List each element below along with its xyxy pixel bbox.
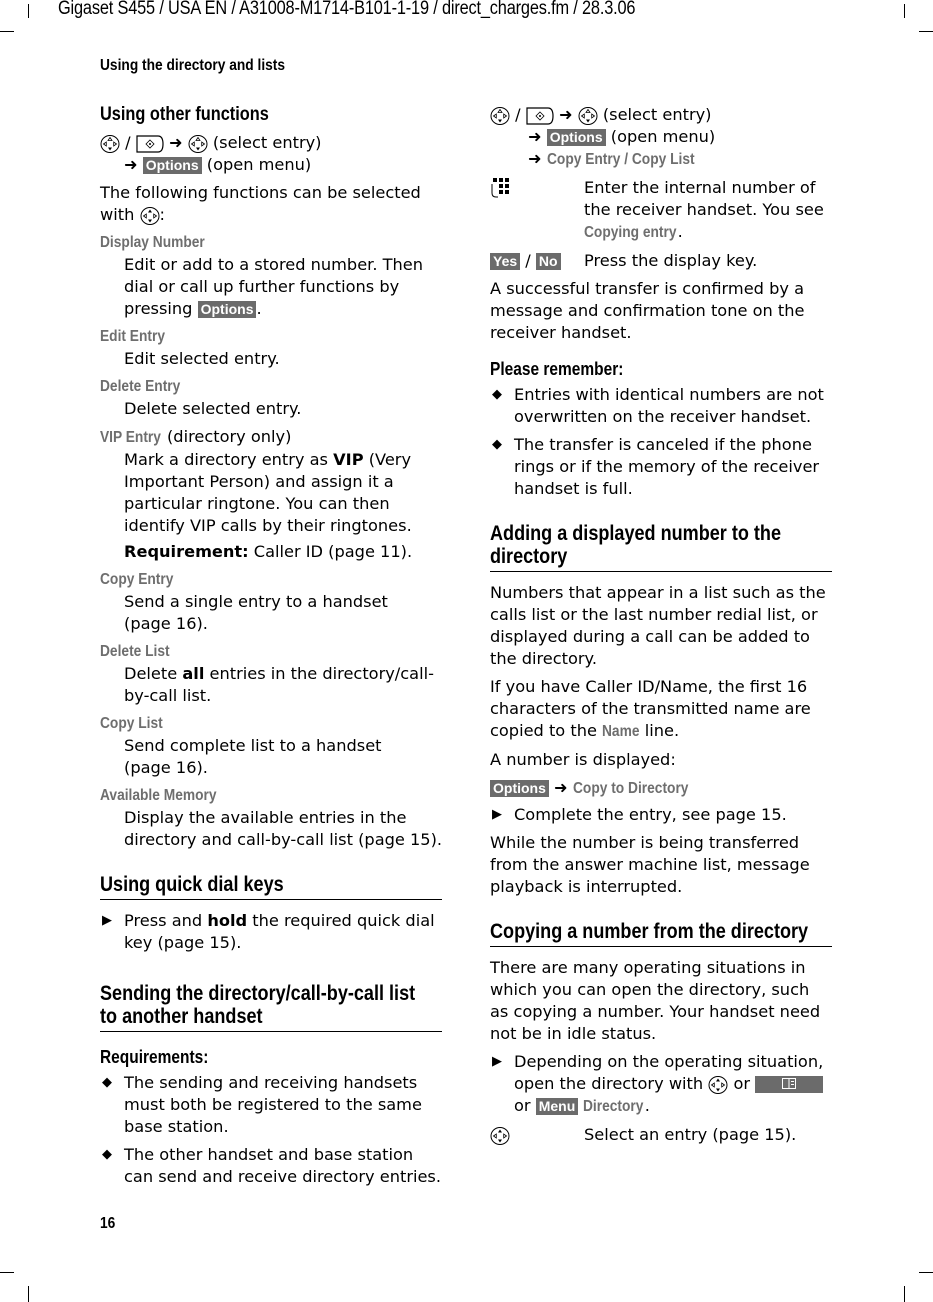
copy-to-directory-step: Options ➜ Copy to Directory — [490, 777, 832, 800]
navigation-key-icon — [578, 106, 598, 126]
crop-mark — [28, 4, 29, 18]
function-term: Edit Entry — [100, 328, 165, 345]
crop-mark — [919, 1272, 933, 1273]
copying-paragraph: There are many operating situations in w… — [490, 958, 821, 1043]
quick-dial-step: ▶ Press and hold the required quick dial… — [102, 911, 435, 952]
arrow-icon: ➜ — [554, 778, 568, 797]
crop-mark — [904, 1286, 905, 1302]
adding-paragraph: While the number is being transferred fr… — [490, 833, 810, 896]
diamond-bullet-icon: ◆ — [102, 1147, 112, 1162]
function-delete-entry: Delete Entry Delete selected entry. — [100, 378, 302, 418]
intro-text: The following functions can be selected … — [100, 183, 421, 226]
display-key-icon — [526, 107, 554, 125]
options-softkey[interactable]: Options — [546, 129, 606, 146]
success-text: A successful transfer is confirmed by a … — [490, 279, 805, 342]
options-softkey[interactable]: Options — [490, 780, 549, 797]
function-term: VIP Entry — [100, 429, 161, 446]
triangle-bullet-icon: ▶ — [102, 913, 112, 928]
left-column: Using other functions / ➜ (select entry)… — [100, 100, 442, 1194]
arrow-icon: ➜ — [528, 127, 542, 146]
menu-softkey[interactable]: Menu — [535, 1098, 579, 1115]
function-vip-entry: VIP Entry (directory only) Mark a direct… — [100, 427, 413, 561]
function-display-number: Display Number Edit or add to a stored n… — [100, 234, 423, 318]
crop-mark — [904, 4, 905, 18]
open-directory-step: ▶ Depending on the operating situation, … — [490, 1051, 832, 1118]
navigation-key-icon — [490, 1126, 510, 1146]
remember-item: ◆ Entries with identical numbers are not… — [492, 385, 824, 426]
keypad-step: Enter the internal number of the receive… — [490, 177, 832, 244]
keypad-icon — [491, 178, 509, 198]
open-menu-step: ➜ Options (open menu) — [100, 154, 442, 176]
arrow-icon: ➜ — [528, 149, 542, 168]
right-column: / ➜ (select entry) ➜ Options (open menu)… — [490, 100, 832, 1152]
diamond-bullet-icon: ◆ — [492, 437, 502, 452]
function-delete-list: Delete List Delete all entries in the di… — [100, 643, 434, 705]
section-title-adding: Adding a displayed number to the director… — [490, 522, 832, 572]
select-entry-text: (select entry) — [212, 133, 322, 152]
yes-no-step: Yes / No Press the display key. — [490, 250, 832, 272]
menu-copy-to-directory[interactable]: Copy to Directory — [573, 778, 688, 800]
crop-mark — [0, 31, 14, 32]
triangle-bullet-icon: ▶ — [492, 1054, 502, 1069]
menu-copy-list[interactable]: Copy List — [632, 151, 695, 168]
directory-softkey[interactable] — [755, 1076, 824, 1093]
function-copy-list: Copy List Send complete list to a handse… — [100, 715, 382, 777]
navigation-key-icon — [188, 134, 208, 154]
requirements-title: Requirements: — [100, 1047, 209, 1067]
open-menu-text: (open menu) — [206, 155, 312, 174]
options-softkey[interactable]: Options — [142, 157, 202, 174]
adding-paragraph: Numbers that appear in a list such as th… — [490, 583, 826, 668]
function-term: Copy Entry — [100, 571, 174, 588]
navigation-key-icon — [140, 206, 160, 226]
function-term: Delete Entry — [100, 378, 181, 395]
arrow-icon: ➜ — [124, 155, 138, 174]
display-key-icon — [136, 135, 164, 153]
remember-item: ◆ The transfer is canceled if the phone … — [492, 435, 820, 498]
section-title-sending: Sending the directory/call-by-call list t… — [100, 982, 442, 1032]
section-title-copying: Copying a number from the directory — [490, 920, 832, 947]
navigation-key-icon — [708, 1075, 728, 1095]
complete-entry-step: ▶ Complete the entry, see page 15. — [492, 805, 787, 824]
crop-mark — [919, 31, 933, 32]
function-term: Available Memory — [100, 787, 217, 804]
crop-mark — [28, 1286, 29, 1302]
copy-nav-sequence: / ➜ (select entry) — [490, 104, 832, 126]
section-title-quick-dial: Using quick dial keys — [100, 873, 442, 900]
open-menu-step: ➜ Options (open menu) — [528, 127, 716, 146]
arrow-icon: ➜ — [168, 133, 183, 152]
requirement-item: ◆ The other handset and base station can… — [102, 1145, 442, 1186]
function-copy-entry: Copy Entry Send a single entry to a hand… — [100, 571, 388, 633]
no-softkey[interactable]: No — [535, 253, 561, 270]
function-term: Copy List — [100, 715, 163, 732]
nav-sequence: / ➜ (select entry) — [100, 132, 442, 154]
navigation-key-icon — [490, 106, 510, 126]
function-edit-entry: Edit Entry Edit selected entry. — [100, 328, 280, 368]
book-icon — [782, 1078, 797, 1089]
document-meta: Gigaset S455 / USA EN / A31008-M1714-B10… — [58, 0, 636, 19]
function-available-memory: Available Memory Display the available e… — [100, 787, 443, 849]
page-number: 16 — [100, 1215, 116, 1232]
adding-paragraph: If you have Caller ID/Name, the first 16… — [490, 677, 811, 740]
function-term: Display Number — [100, 234, 205, 251]
select-entry-step: Select an entry (page 15). — [490, 1124, 832, 1146]
navigation-key-icon — [100, 134, 120, 154]
diamond-bullet-icon: ◆ — [102, 1075, 112, 1090]
triangle-bullet-icon: ▶ — [492, 807, 502, 822]
running-head: Using the directory and lists — [100, 57, 286, 74]
options-softkey[interactable]: Options — [197, 301, 257, 318]
diamond-bullet-icon: ◆ — [492, 387, 502, 402]
crop-mark — [0, 1272, 14, 1273]
section-title-other-functions: Using other functions — [100, 104, 269, 125]
copy-menu-step: ➜ Copy Entry / Copy List — [528, 149, 695, 168]
menu-directory[interactable]: Directory — [583, 1096, 643, 1118]
adding-paragraph: A number is displayed: — [490, 750, 676, 769]
arrow-icon: ➜ — [558, 105, 573, 124]
requirement-item: ◆ The sending and receiving handsets mus… — [102, 1073, 422, 1136]
menu-copy-entry[interactable]: Copy Entry — [547, 151, 620, 168]
remember-title: Please remember: — [490, 359, 624, 379]
function-term: Delete List — [100, 643, 170, 660]
yes-softkey[interactable]: Yes — [490, 253, 521, 270]
